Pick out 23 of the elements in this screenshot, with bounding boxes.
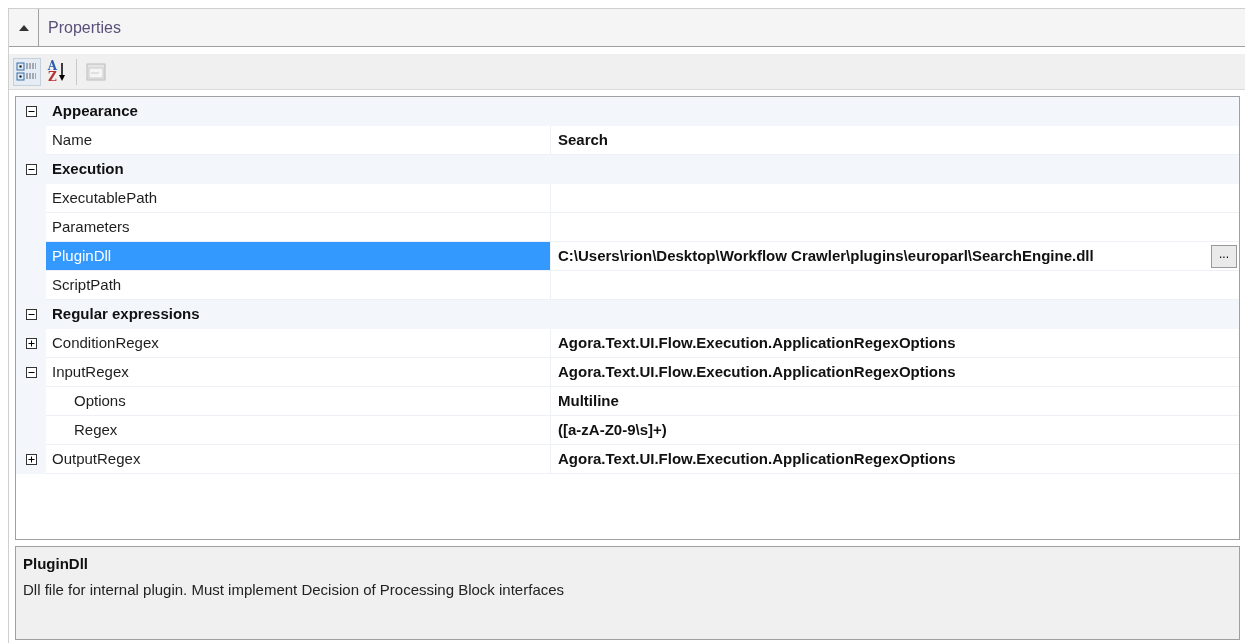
sort-arrow-icon: [58, 61, 67, 82]
collapse-icon[interactable]: [25, 106, 37, 117]
category-heading: Appearance: [51, 101, 138, 122]
property-value: Agora.Text.UI.Flow.Execution.ApplicationRegexOptions: [558, 332, 956, 353]
property-value: Multiline: [558, 390, 619, 411]
collapse-icon[interactable]: [25, 164, 37, 175]
property-value: ([a-zA-Z0-9\s]+): [558, 419, 667, 440]
property-value: Agora.Text.UI.Flow.Execution.ApplicationRegexOptions: [558, 361, 956, 382]
category-heading: Execution: [51, 159, 124, 180]
alphabetical-sort-button[interactable]: A Z: [43, 57, 71, 86]
description-title: PluginDll: [23, 554, 89, 574]
categorized-view-button[interactable]: [13, 57, 41, 86]
browse-button[interactable]: ...: [1211, 244, 1237, 268]
property-value: Agora.Text.UI.Flow.Execution.ApplicationRegexOptions: [558, 448, 956, 469]
description-text: Dll file for internal plugin. Must implement Decision of Processing Block interfaces: [23, 579, 566, 600]
panel-title: Properties: [47, 17, 121, 38]
category-heading: Regular expressions: [51, 304, 200, 325]
collapse-icon[interactable]: [25, 309, 37, 320]
property-value: C:\Users\rion\Desktop\Workflow Crawler\plugins\europarl\SearchEngine.dll: [558, 245, 1094, 266]
expand-icon[interactable]: [25, 454, 37, 465]
expand-icon[interactable]: [25, 338, 37, 349]
collapse-icon[interactable]: [25, 367, 37, 378]
property-value: Search: [558, 129, 609, 150]
